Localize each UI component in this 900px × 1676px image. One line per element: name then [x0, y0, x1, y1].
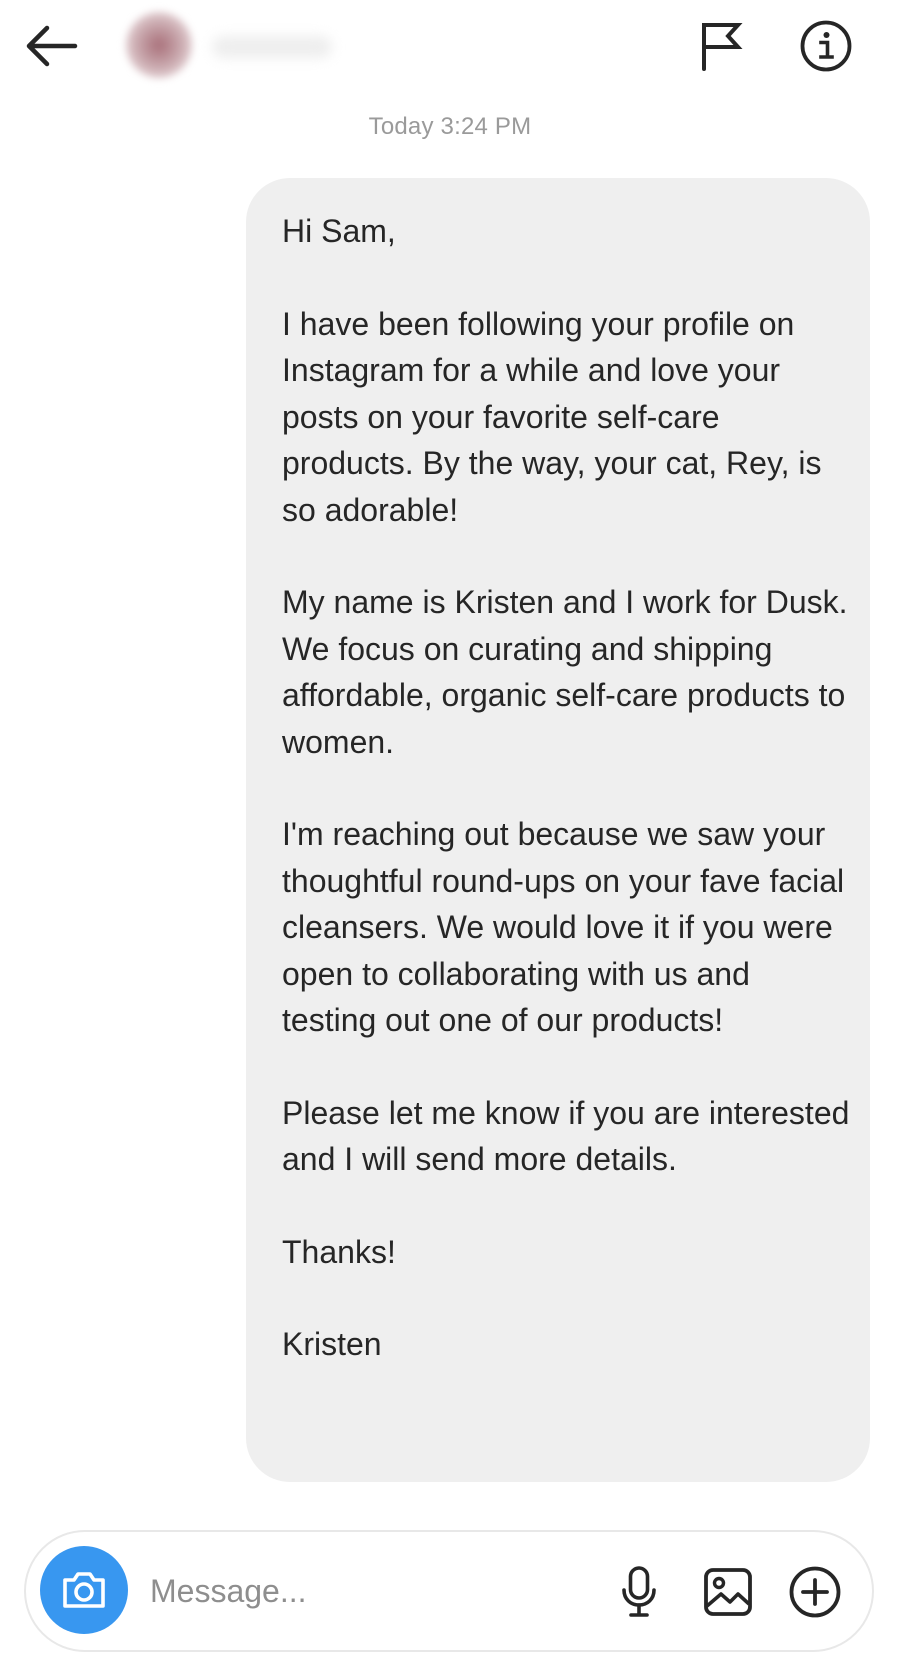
camera-icon [63, 1572, 105, 1608]
arrow-left-icon [26, 25, 78, 67]
gallery-button[interactable] [700, 1564, 756, 1620]
username-redacted[interactable] [212, 36, 332, 58]
message-paragraph: I have been following your profile on In… [282, 305, 822, 528]
report-button[interactable] [694, 18, 750, 74]
message-timestamp: Today 3:24 PM [368, 113, 532, 140]
plus-circle-icon [789, 1566, 841, 1618]
message-input[interactable] [146, 1562, 594, 1620]
message-paragraph: I'm reaching out because we saw your tho… [282, 816, 845, 1038]
message-signoff: Thanks! [282, 1233, 396, 1270]
chat-header [0, 0, 900, 100]
microphone-icon [622, 1566, 656, 1617]
message-composer [24, 1530, 874, 1652]
more-options-button[interactable] [786, 1563, 844, 1621]
info-icon [800, 20, 852, 72]
avatar[interactable] [126, 12, 192, 78]
flag-icon [702, 23, 743, 71]
message-paragraph: My name is Kristen and I work for Dusk. … [282, 584, 848, 760]
message-bubble[interactable]: Hi Sam, I have been following your profi… [246, 178, 870, 1482]
back-button[interactable] [18, 18, 84, 74]
message-signature: Kristen [282, 1326, 382, 1362]
image-gallery-icon [704, 1568, 752, 1616]
camera-button[interactable] [40, 1546, 128, 1634]
conversation-info-button[interactable] [796, 16, 856, 76]
voice-message-button[interactable] [612, 1564, 666, 1620]
message-greeting: Hi Sam, [282, 213, 396, 249]
message-paragraph: Please let me know if you are interested… [282, 1094, 850, 1178]
